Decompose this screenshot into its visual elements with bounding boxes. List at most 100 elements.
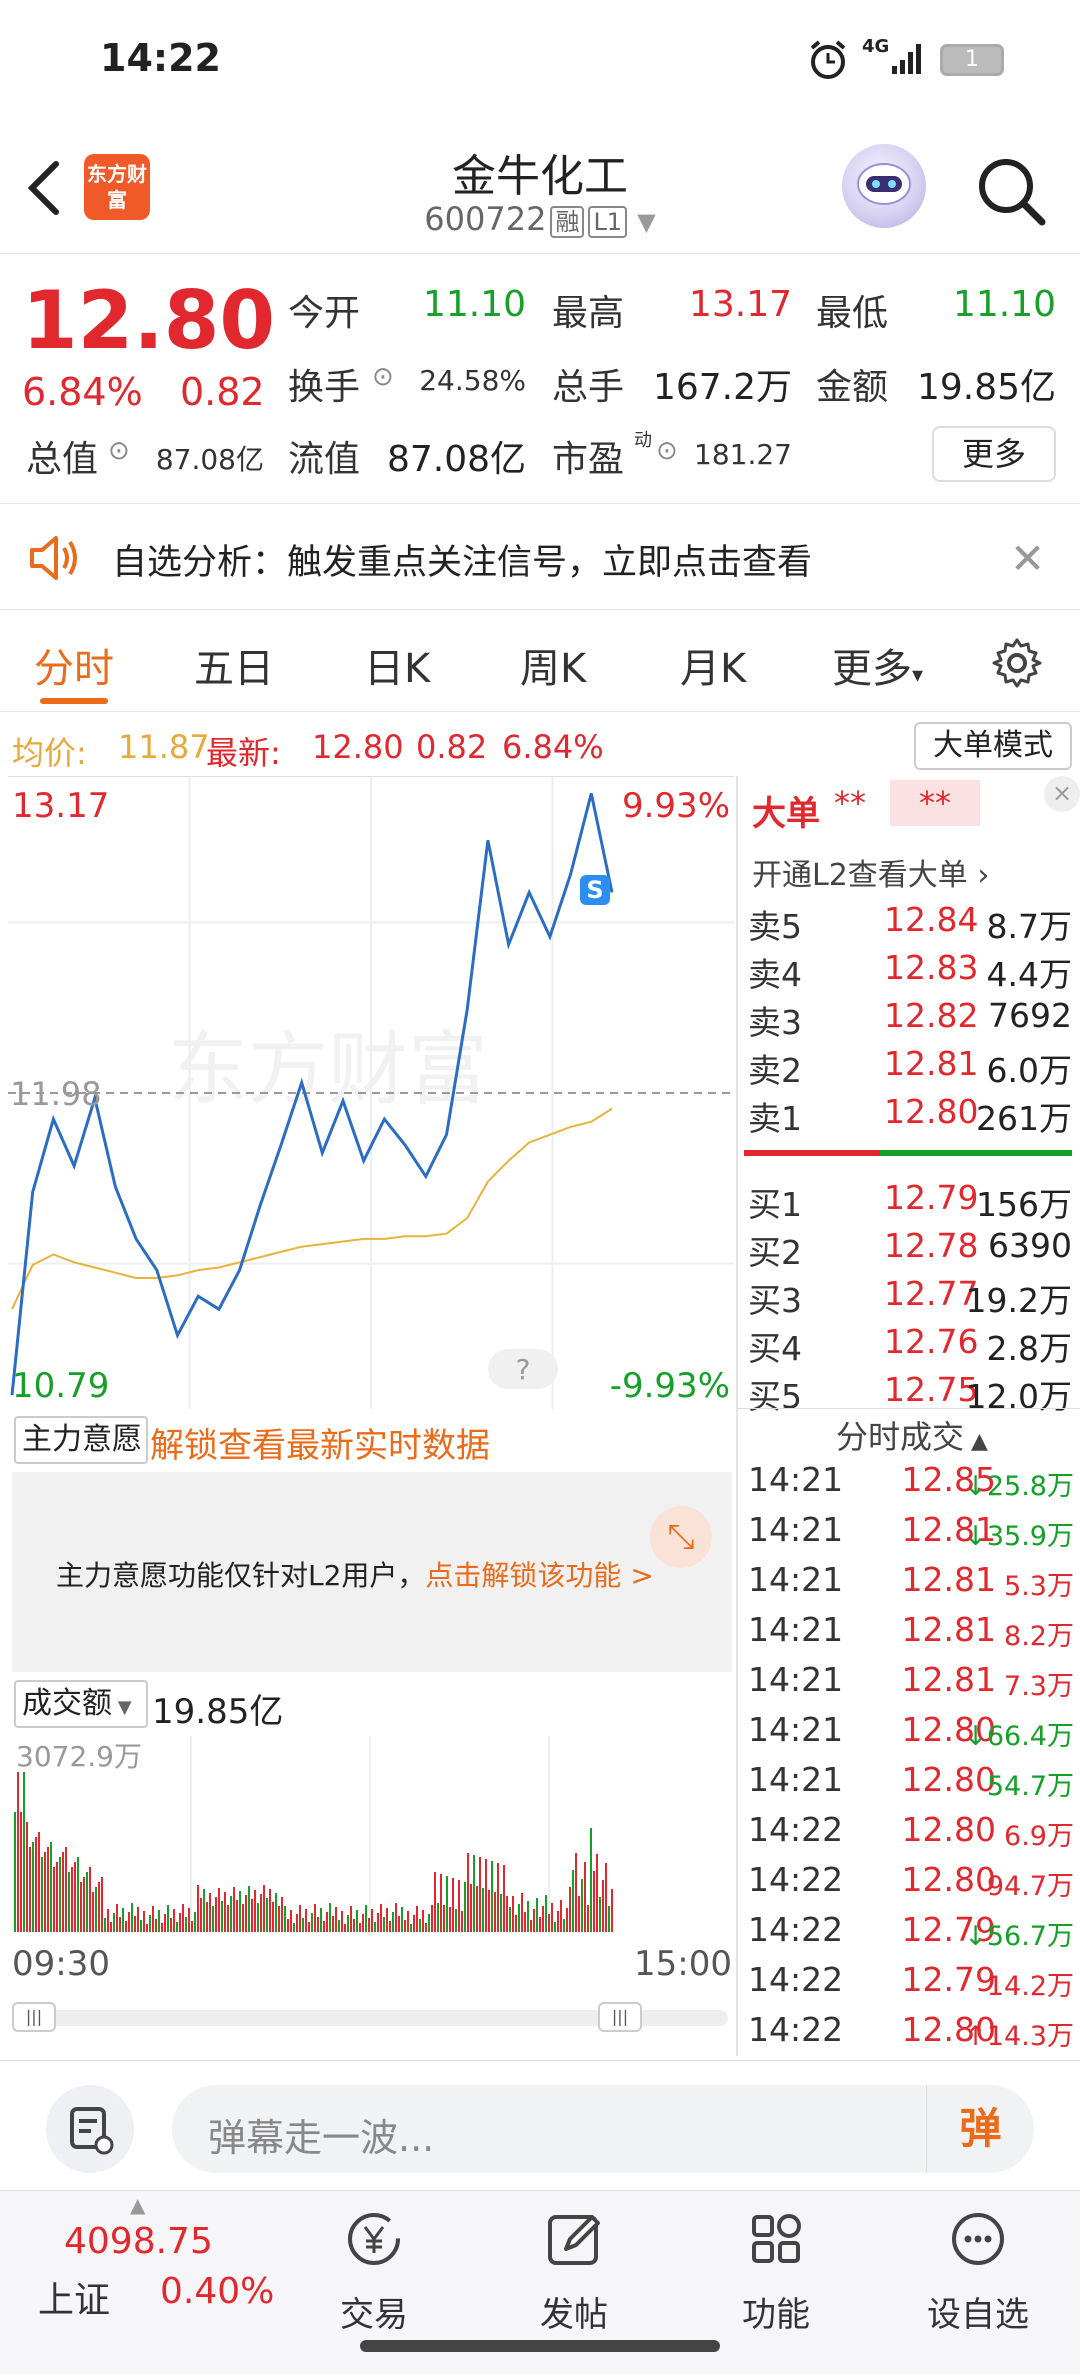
volume-bar [137,1907,139,1932]
volume-bar [383,1917,385,1932]
tab-weekly-k[interactable]: 周K [520,636,586,694]
tick-time: 14:22 [748,2010,844,2049]
scroll-handle-left[interactable]: ||| [12,2002,56,2032]
volume-bar [431,1905,433,1932]
margin-tag: 融 [550,206,585,238]
volume-bar [269,1889,271,1932]
brand-logo[interactable]: 东方财富 [84,154,150,220]
danmaku-settings-icon[interactable] [46,2085,134,2173]
big-order-mode-button[interactable]: 大单模式 [914,722,1072,770]
volume-select[interactable]: 成交额 ▼ [14,1680,148,1728]
buy-row[interactable]: 买3 12.77 19.2万 [744,1270,1078,1320]
tab-more[interactable]: 更多▾ [832,636,923,694]
volume-bar [113,1913,115,1932]
buy-row[interactable]: 买4 12.76 2.8万 [744,1318,1078,1368]
mktcap-value: 87.08亿 [155,443,264,476]
volume-label: 总手 [552,367,625,408]
level-volume: 261万 [976,1099,1072,1138]
volume-bar [440,1874,442,1932]
buy-row[interactable]: 买1 12.79 156万 [744,1174,1078,1224]
scroll-handle-right[interactable]: ||| [598,2002,642,2032]
sell-row[interactable]: 卖3 12.82 7692 [744,992,1078,1042]
nav-functions[interactable]: 功能 [706,2209,846,2336]
home-indicator[interactable] [360,2340,720,2352]
volume-bar [497,1863,499,1932]
volume-bar [425,1923,427,1932]
time-axis-start: 09:30 [12,1944,110,1984]
mainforce-select[interactable]: 主力意愿 ▼ [14,1416,148,1502]
intraday-chart[interactable]: 东方财富 13.17 9.93% 11.98 10.79 -9.93% ? S [8,776,734,1409]
mainforce-unlock-button[interactable]: 点击解锁该功能 > [425,1559,653,1592]
volume-bar [521,1893,523,1932]
tab-monthly-k[interactable]: 月K [680,636,746,694]
stock-code-row[interactable]: 600722 融 L1 ▼ [340,200,740,238]
volume-bar [287,1919,289,1932]
robot-assistant-avatar[interactable] [842,144,926,228]
back-button[interactable] [24,158,64,218]
high-value: 13.17 [688,284,792,325]
level-volume: 19.2万 [965,1281,1072,1320]
volume-bar [86,1872,88,1932]
danmaku-send-button[interactable]: 弹 [926,2085,1034,2173]
notice-banner[interactable]: 自选分析：触发重点关注信号，立即点击查看 ✕ [0,506,1080,610]
volume-bar [371,1909,373,1932]
latest-value: 12.80 [312,728,404,766]
volume-bar [230,1896,232,1932]
tab-five-day[interactable]: 五日 [194,636,274,694]
expand-icon[interactable]: ⤡ [650,1506,712,1568]
index-name: 上证 [38,2280,111,2321]
volume-bar [416,1906,418,1932]
volume-bar [209,1893,211,1932]
volume-bar [26,1822,28,1932]
info-dots-icon[interactable]: ⊙ [372,362,394,392]
volume-bar [554,1922,556,1932]
index-value[interactable]: 4098.75 [64,2221,213,2262]
sell-row[interactable]: 卖5 12.84 8.7万 [744,896,1078,946]
search-button[interactable] [972,152,1052,232]
sell-row[interactable]: 卖4 12.83 4.4万 [744,944,1078,994]
volume-bar [251,1899,253,1932]
tab-intraday[interactable]: 分时 [34,636,114,694]
time-axis-end: 15:00 [634,1944,732,1984]
more-button[interactable]: 更多 [932,426,1056,482]
info-dots-icon[interactable]: ⊙ [656,436,678,466]
volume-bar [17,1772,19,1932]
volume-bars [14,1772,613,1932]
mainforce-unlock-link[interactable]: 解锁查看最新实时数据 [150,1418,490,1467]
close-icon[interactable]: × [1044,776,1080,812]
volume-bar [65,1847,67,1932]
avg-value: 11.87 [118,728,210,766]
mainforce-panel[interactable]: 主力意愿功能仅针对L2用户，点击解锁该功能 > ⤡ [12,1472,732,1672]
nav-trade[interactable]: 交易 [304,2209,444,2336]
volume-bar [395,1903,397,1932]
volume-bar [377,1913,379,1932]
close-icon[interactable]: ✕ [1010,534,1045,583]
volume-bar [338,1920,340,1932]
buy-row[interactable]: 买2 12.78 6390 [744,1222,1078,1272]
tab-daily-k[interactable]: 日K [364,636,430,694]
danmaku-input[interactable]: 弹幕走一波... 弹 [172,2085,1034,2173]
info-dots-icon[interactable]: ⊙ [108,436,130,466]
volume-bar [494,1892,496,1932]
l2-upgrade-link[interactable]: 开通L2查看大单 › [752,850,989,894]
volume-bar [605,1863,607,1932]
volume-chart[interactable]: 3072.9万 [12,1736,728,1936]
settings-gear-icon[interactable] [990,636,1044,690]
volume-bar [428,1914,430,1932]
sell-row[interactable]: 卖2 12.81 6.0万 [744,1040,1078,1090]
expand-up-icon[interactable]: ▲ [130,2193,145,2217]
tick-volume: ↓56.7万 [964,1921,1074,1952]
volume-bar [479,1857,481,1932]
nav-add-watchlist[interactable]: 设自选 [908,2209,1048,2336]
stock-code: 600722 [424,200,547,238]
ticks-title[interactable]: 分时成交 ▲ [836,1412,988,1458]
volume-bar [122,1908,124,1932]
volume-bar [248,1886,250,1932]
volume-bar [20,1812,22,1932]
chart-low-label: 10.79 [12,1366,109,1406]
volume-bar [59,1857,61,1932]
buy-row[interactable]: 买5 12.75 12.0万 [744,1366,1078,1416]
volume-bar [380,1904,382,1932]
nav-post[interactable]: 发帖 [504,2209,644,2336]
sell-row[interactable]: 卖1 12.80 261万 [744,1088,1078,1138]
